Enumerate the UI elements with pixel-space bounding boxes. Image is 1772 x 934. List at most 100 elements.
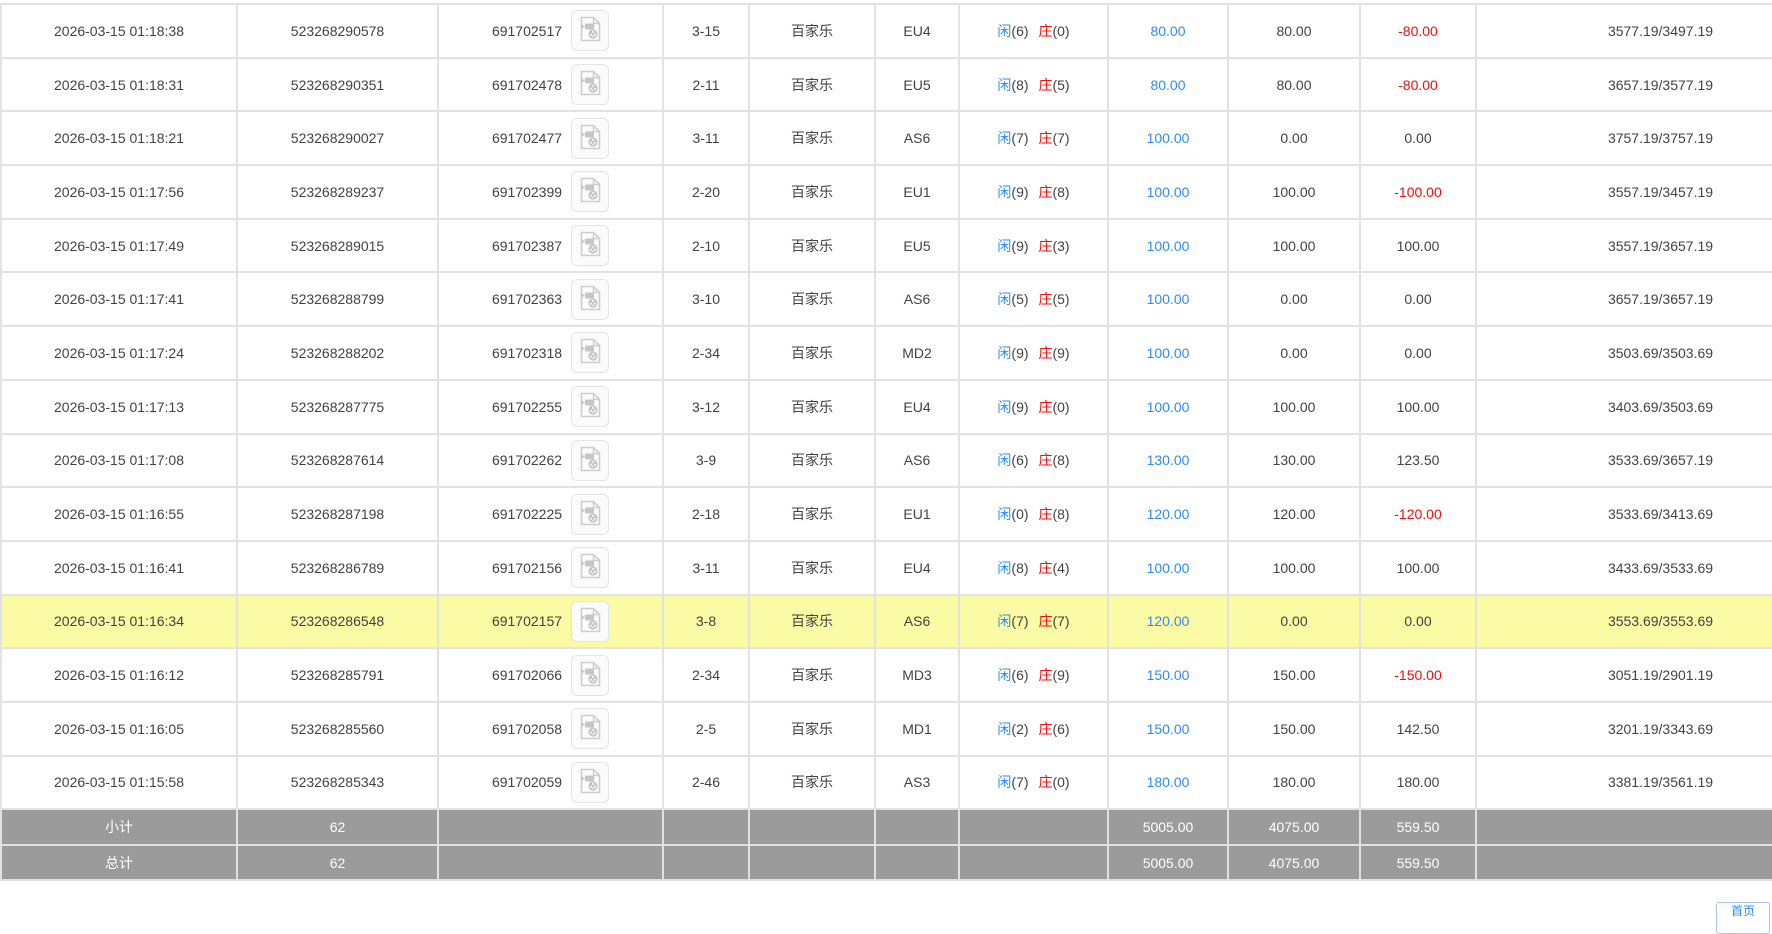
total-label: 总计 bbox=[1, 845, 237, 881]
result-cell: 闲(7) 庄(0) bbox=[959, 756, 1108, 810]
player-label: 闲 bbox=[997, 613, 1011, 629]
order-number-cell: 523268286548 bbox=[237, 595, 438, 649]
table-code-cell: AS3 bbox=[875, 756, 959, 810]
session-cell: 2-34 bbox=[663, 326, 749, 380]
player-points: (9) bbox=[1011, 184, 1028, 200]
balance-cell: 3533.69/3413.69 bbox=[1476, 487, 1772, 541]
summary-empty-cell bbox=[959, 845, 1108, 881]
banker-points: (8) bbox=[1052, 452, 1069, 468]
session-cell: 2-34 bbox=[663, 648, 749, 702]
order-number-cell: 523268287614 bbox=[237, 434, 438, 488]
player-points: (8) bbox=[1011, 560, 1028, 576]
table-row: 2026-03-15 01:17:08 523268287614 6917022… bbox=[1, 434, 1772, 488]
valid-amount-cell: 120.00 bbox=[1228, 487, 1360, 541]
table-row: 2026-03-15 01:16:34 523268286548 6917021… bbox=[1, 595, 1772, 649]
player-label: 闲 bbox=[997, 506, 1011, 522]
banker-label: 庄 bbox=[1038, 23, 1052, 39]
winloss-cell: 100.00 bbox=[1360, 219, 1476, 273]
winloss-cell: 0.00 bbox=[1360, 595, 1476, 649]
game-type-cell: 百家乐 bbox=[749, 165, 875, 219]
order-number-cell: 523268288799 bbox=[237, 272, 438, 326]
summary-empty-cell bbox=[959, 809, 1108, 845]
balance-cell: 3533.69/3657.19 bbox=[1476, 434, 1772, 488]
result-cell: 闲(6) 庄(8) bbox=[959, 434, 1108, 488]
round-number: 691702517 bbox=[492, 23, 562, 39]
table-row: 2026-03-15 01:15:58 523268285343 6917020… bbox=[1, 756, 1772, 810]
table-row: 2026-03-15 01:17:41 523268288799 6917023… bbox=[1, 272, 1772, 326]
banker-points: (3) bbox=[1052, 238, 1069, 254]
video-replay-button[interactable] bbox=[571, 118, 609, 159]
player-points: (6) bbox=[1011, 667, 1028, 683]
bet-amount-cell: 100.00 bbox=[1108, 219, 1228, 273]
bet-time-cell: 2026-03-15 01:17:49 bbox=[1, 219, 237, 273]
result-cell: 闲(6) 庄(0) bbox=[959, 4, 1108, 58]
video-replay-button[interactable] bbox=[571, 64, 609, 105]
video-replay-button[interactable] bbox=[571, 171, 609, 212]
bet-amount-cell: 100.00 bbox=[1108, 111, 1228, 165]
round-number: 691702477 bbox=[492, 130, 562, 146]
game-type-cell: 百家乐 bbox=[749, 111, 875, 165]
round-number-cell: 691702387 bbox=[438, 219, 663, 273]
winloss-cell: 0.00 bbox=[1360, 111, 1476, 165]
balance-cell: 3557.19/3457.19 bbox=[1476, 165, 1772, 219]
round-number-cell: 691702262 bbox=[438, 434, 663, 488]
bet-amount-cell: 100.00 bbox=[1108, 165, 1228, 219]
video-replay-button[interactable] bbox=[571, 225, 609, 266]
player-label: 闲 bbox=[997, 23, 1011, 39]
banker-points: (5) bbox=[1052, 291, 1069, 307]
order-number-cell: 523268288202 bbox=[237, 326, 438, 380]
game-type-cell: 百家乐 bbox=[749, 756, 875, 810]
round-number-cell: 691702058 bbox=[438, 702, 663, 756]
video-replay-button[interactable] bbox=[571, 440, 609, 481]
total-count: 62 bbox=[237, 845, 438, 881]
pagination-button[interactable]: 首页 bbox=[1716, 902, 1770, 934]
table-row: 2026-03-15 01:18:38 523268290578 6917025… bbox=[1, 4, 1772, 58]
subtotal-valid-amount: 4075.00 bbox=[1228, 809, 1360, 845]
result-cell: 闲(9) 庄(8) bbox=[959, 165, 1108, 219]
bet-amount-cell: 120.00 bbox=[1108, 595, 1228, 649]
game-type-cell: 百家乐 bbox=[749, 272, 875, 326]
player-points: (7) bbox=[1011, 774, 1028, 790]
winloss-cell: -150.00 bbox=[1360, 648, 1476, 702]
winloss-cell: 123.50 bbox=[1360, 434, 1476, 488]
bet-amount-cell: 100.00 bbox=[1108, 326, 1228, 380]
bet-amount-cell: 150.00 bbox=[1108, 702, 1228, 756]
video-replay-button[interactable] bbox=[571, 279, 609, 320]
video-replay-button[interactable] bbox=[571, 655, 609, 696]
video-replay-button[interactable] bbox=[571, 601, 609, 642]
video-replay-button[interactable] bbox=[571, 494, 609, 535]
video-replay-button[interactable] bbox=[571, 547, 609, 588]
player-points: (8) bbox=[1011, 77, 1028, 93]
player-label: 闲 bbox=[997, 291, 1011, 307]
balance-cell: 3657.19/3577.19 bbox=[1476, 58, 1772, 112]
game-type-cell: 百家乐 bbox=[749, 541, 875, 595]
table-row: 2026-03-15 01:16:12 523268285791 6917020… bbox=[1, 648, 1772, 702]
round-number: 691702399 bbox=[492, 184, 562, 200]
order-number-cell: 523268286789 bbox=[237, 541, 438, 595]
video-replay-icon bbox=[579, 338, 602, 367]
round-number-cell: 691702478 bbox=[438, 58, 663, 112]
player-label: 闲 bbox=[997, 667, 1011, 683]
banker-label: 庄 bbox=[1038, 667, 1052, 683]
subtotal-row: 小计 62 5005.00 4075.00 559.50 bbox=[1, 809, 1772, 845]
session-cell: 2-5 bbox=[663, 702, 749, 756]
video-replay-button[interactable] bbox=[571, 762, 609, 803]
video-replay-button[interactable] bbox=[571, 386, 609, 427]
table-code-cell: MD3 bbox=[875, 648, 959, 702]
round-number-cell: 691702157 bbox=[438, 595, 663, 649]
video-replay-button[interactable] bbox=[571, 10, 609, 51]
video-replay-icon bbox=[579, 231, 602, 260]
order-number-cell: 523268289237 bbox=[237, 165, 438, 219]
game-type-cell: 百家乐 bbox=[749, 702, 875, 756]
video-replay-button[interactable] bbox=[571, 708, 609, 749]
winloss-cell: 0.00 bbox=[1360, 272, 1476, 326]
banker-points: (9) bbox=[1052, 345, 1069, 361]
bet-time-cell: 2026-03-15 01:18:21 bbox=[1, 111, 237, 165]
banker-points: (7) bbox=[1052, 130, 1069, 146]
order-number-cell: 523268290027 bbox=[237, 111, 438, 165]
round-number: 691702059 bbox=[492, 774, 562, 790]
player-points: (9) bbox=[1011, 238, 1028, 254]
summary-empty-cell bbox=[875, 845, 959, 881]
video-replay-button[interactable] bbox=[571, 332, 609, 373]
game-type-cell: 百家乐 bbox=[749, 219, 875, 273]
